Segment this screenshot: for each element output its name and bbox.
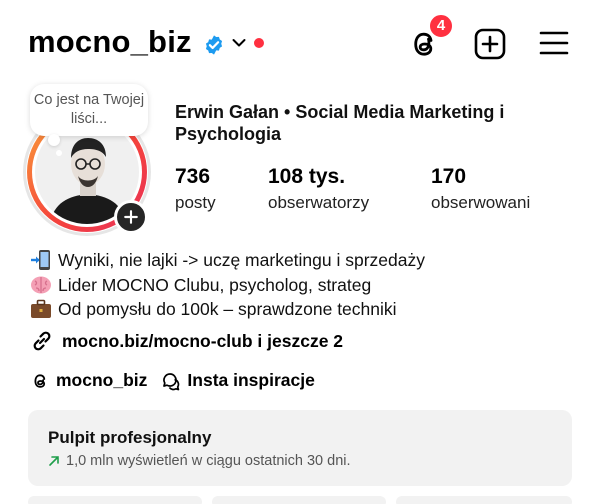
notification-dot — [254, 38, 264, 48]
profile-full-name: Erwin Gałan • Social Media Marketing i P… — [175, 102, 505, 144]
brain-icon — [31, 276, 51, 294]
bio-line: Od pomysłu do 100k – sprawdzone techniki — [30, 297, 425, 322]
insta-chip-label: Insta inspiracje — [187, 370, 315, 390]
bio-line: Lider MOCNO Clubu, psycholog, strateg — [30, 273, 425, 298]
profile-link-text[interactable]: mocno.biz/mocno-club i jeszcze 2 — [62, 331, 343, 352]
menu-icon[interactable] — [538, 28, 570, 58]
stat-posts-value: 736 — [175, 165, 211, 188]
dashboard-subtitle: 1,0 mln wyświetleń w ciągu ostatnich 30 … — [48, 453, 351, 469]
bio-line-text: Wyniki, nie lajki -> uczę marketingu i s… — [58, 250, 425, 270]
stat-following[interactable]: 170 obserwowani — [431, 164, 530, 214]
threads-icon — [34, 373, 46, 388]
verified-badge-icon — [205, 35, 223, 55]
profile-note-bubble[interactable]: Co jest na Twojej liści... — [30, 84, 148, 136]
stat-posts-label: posty — [175, 193, 216, 212]
stat-followers-value: 108 tys. — [268, 165, 346, 188]
stat-followers[interactable]: 108 tys. obserwatorzy — [268, 164, 369, 214]
chevron-down-icon[interactable] — [232, 38, 246, 48]
bio-line-text: Lider MOCNO Clubu, psycholog, strateg — [58, 274, 372, 295]
bio-line: Wyniki, nie lajki -> uczę marketingu i s… — [30, 248, 425, 273]
stat-following-value: 170 — [431, 165, 467, 188]
insta-inspiracje-chip[interactable]: Insta inspiracje — [161, 370, 315, 391]
profile-chips: mocno_biz Insta inspiracje — [30, 370, 315, 391]
stat-followers-label: obserwatorzy — [268, 193, 370, 212]
professional-dashboard-card[interactable]: Pulpit profesjonalny 1,0 mln wyświetleń … — [28, 410, 572, 486]
trend-up-arrow-icon — [49, 456, 59, 466]
threads-chip-label: mocno_biz — [56, 370, 148, 390]
stat-posts[interactable]: 736 posty — [175, 164, 216, 214]
top-bar: mocno_biz 4 — [0, 0, 600, 90]
stat-following-label: obserwowani — [431, 193, 531, 212]
note-bubble-tail-small — [56, 150, 62, 156]
share-profile-button[interactable] — [212, 496, 386, 504]
dashboard-title: Pulpit profesjonalny — [48, 428, 212, 447]
mobile-phone-arrow-icon — [31, 250, 50, 271]
create-post-icon[interactable] — [473, 27, 507, 61]
bio-line-text: Od pomysłu do 100k – sprawdzone techniki — [58, 299, 397, 319]
add-story-plus-icon[interactable] — [114, 200, 148, 234]
edit-profile-button[interactable] — [28, 496, 202, 504]
profile-links[interactable]: mocno.biz/mocno-club i jeszcze 2 — [30, 329, 343, 353]
dashboard-views-text: 1,0 mln wyświetleń w ciągu ostatnich 30 … — [66, 453, 351, 469]
link-icon — [33, 331, 51, 351]
contact-button[interactable] — [396, 496, 572, 504]
profile-bio: Wyniki, nie lajki -> uczę marketingu i s… — [30, 248, 425, 322]
username-title[interactable]: mocno_biz — [28, 24, 192, 60]
threads-badge-count: 4 — [428, 13, 454, 39]
briefcase-icon — [31, 299, 51, 319]
chat-bubbles-icon — [163, 372, 180, 390]
threads-profile-chip[interactable]: mocno_biz — [30, 370, 147, 391]
note-bubble-tail — [48, 134, 60, 146]
